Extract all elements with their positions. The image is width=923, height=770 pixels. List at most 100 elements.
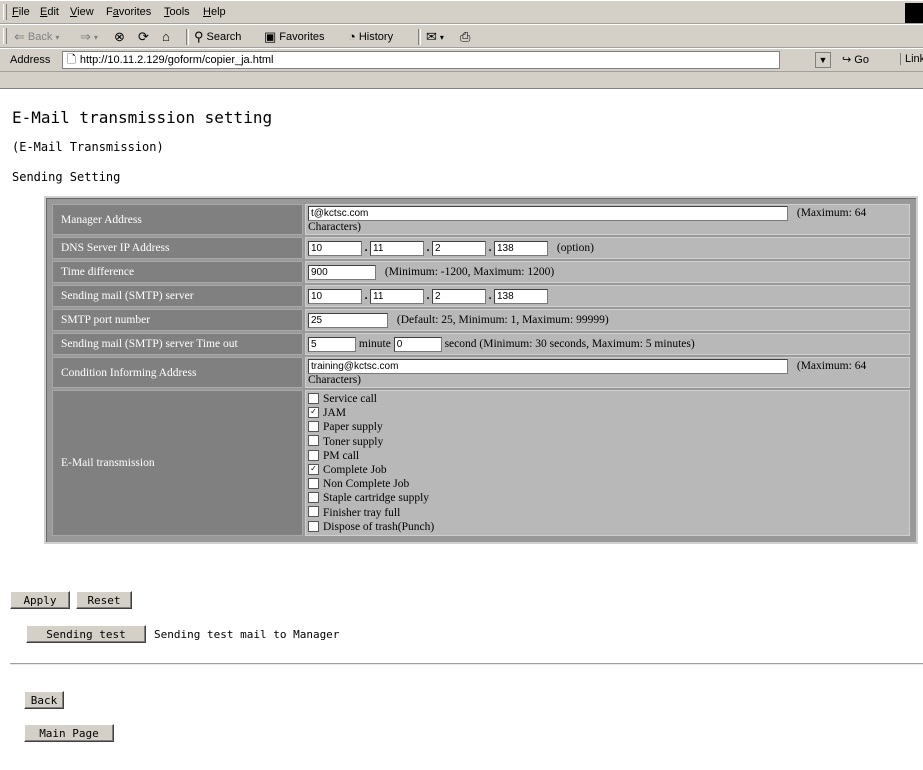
print-button[interactable]: ⎙ [460, 29, 470, 45]
list-item[interactable]: Paper supply [308, 420, 907, 434]
back-nav-button[interactable]: ⇐ Back ▾ [14, 29, 59, 45]
home-icon: ⌂ [162, 29, 170, 44]
email-transmission-options: Service call ✓ JAM Paper supply Toner supply… [305, 390, 910, 537]
reset-button[interactable]: Reset [76, 591, 132, 609]
menu-edit[interactable]: Edit [40, 6, 59, 18]
menu-tools[interactable]: Tools [164, 6, 190, 18]
checkbox[interactable] [308, 520, 319, 532]
go-arrow-icon: ↪ [842, 54, 852, 66]
forward-dropdown-icon: ▾ [93, 32, 98, 42]
browser-chrome: File Edit View Favorites Tools Help ⇐ Bac… [0, 0, 923, 89]
smtp-octet-3-input[interactable]: 2 [432, 288, 486, 304]
smtp-port-cell: 25 (Default: 25, Minimum: 1, Maximum: 99… [305, 309, 910, 331]
printer-icon: ⎙ [460, 29, 471, 44]
checkbox[interactable] [308, 478, 319, 490]
dns-octet-2-input[interactable]: 11 [370, 240, 424, 256]
address-input[interactable]: 🗋 http://10.11.2.129/goform/copier_ja.ht… [62, 51, 780, 69]
dns-octet-4-input[interactable]: 138 [494, 240, 548, 256]
manager-address-input[interactable]: t@kctsc.com [308, 206, 788, 221]
checkbox[interactable] [308, 392, 319, 404]
back-dropdown-icon: ▾ [55, 32, 60, 42]
list-item[interactable]: PM call [308, 449, 907, 463]
list-item[interactable]: Staple cartridge supply [308, 491, 907, 505]
table-row: SMTP port number 25 (Default: 25, Minimu… [52, 309, 910, 331]
checkbox-checked[interactable]: ✓ [308, 463, 319, 475]
checkbox[interactable] [308, 492, 319, 504]
favorites-button[interactable]: ▣ Favorites [264, 29, 325, 45]
sending-test-button[interactable]: Sending test [26, 625, 146, 643]
table-row: Condition Informing Address training@kct… [52, 357, 910, 388]
links-button[interactable]: Link [900, 53, 923, 65]
table-row: Sending mail (SMTP) server 10. 11. 2. 138 [52, 285, 910, 307]
settings-table: Manager Address t@kctsc.com (Maximum: 64… [44, 196, 918, 545]
back-button[interactable]: Back [24, 691, 64, 709]
toolbar-grip [3, 28, 7, 44]
email-transmission-label: E-Mail transmission [52, 390, 303, 537]
smtp-octet-1-input[interactable]: 10 [308, 288, 362, 304]
list-item[interactable]: ✓ Complete Job [308, 463, 907, 477]
dns-octet-1-input[interactable]: 10 [308, 240, 362, 256]
history-button[interactable]: ◔ History [348, 29, 393, 45]
toolbar-separator [418, 29, 421, 45]
list-item[interactable]: ✓ JAM [308, 406, 907, 420]
forward-arrow-icon: ⇒ [80, 29, 91, 44]
manager-address-cell: t@kctsc.com (Maximum: 64 Characters) [305, 204, 910, 235]
page-subtitle: (E-Mail Transmission) [12, 140, 164, 154]
home-button[interactable]: ⌂ [162, 29, 170, 45]
checkbox[interactable] [308, 506, 319, 518]
chrome-spacer [0, 72, 923, 88]
checkbox[interactable] [308, 449, 319, 461]
history-icon: ◔ [348, 29, 356, 44]
horizontal-divider [10, 663, 923, 665]
favorites-folder-icon: ▣ [264, 29, 277, 44]
time-difference-note: (Minimum: -1200, Maximum: 1200) [384, 265, 555, 278]
time-difference-input[interactable]: 900 [308, 264, 376, 280]
smtp-timeout-cell: 5 minute 0 second (Minimum: 30 seconds, … [305, 333, 910, 355]
timeout-minute-input[interactable]: 5 [308, 336, 356, 352]
address-bar: Address 🗋 http://10.11.2.129/goform/copi… [0, 48, 923, 72]
stop-button[interactable]: ⊗ [114, 29, 125, 45]
timeout-second-note: second (Minimum: 30 seconds, Maximum: 5 … [444, 337, 695, 350]
condition-address-note-2: Characters) [308, 374, 361, 386]
timeout-second-input[interactable]: 0 [393, 336, 442, 352]
mail-button[interactable]: ✉ ▾ [426, 29, 444, 45]
page-icon: 🗋 [67, 53, 76, 66]
list-item[interactable]: Toner supply [308, 435, 907, 449]
back-arrow-icon: ⇐ [14, 29, 25, 44]
condition-address-input[interactable]: training@kctsc.com [308, 359, 788, 374]
address-dropdown-icon[interactable]: ▼ [815, 52, 831, 68]
smtp-timeout-label: Sending mail (SMTP) server Time out [52, 333, 303, 355]
menu-file[interactable]: File [12, 6, 30, 18]
stop-icon: ⊗ [114, 29, 125, 44]
smtp-port-input[interactable]: 25 [308, 312, 388, 328]
checkbox-label: Finisher tray full [323, 506, 401, 519]
refresh-button[interactable]: ⟳ [138, 29, 149, 45]
smtp-octet-4-input[interactable]: 138 [494, 288, 548, 304]
list-item[interactable]: Service call [308, 392, 907, 406]
main-page-button[interactable]: Main Page [24, 724, 114, 742]
list-item[interactable]: Dispose of trash(Punch) [308, 520, 907, 534]
apply-button[interactable]: Apply [10, 591, 70, 609]
search-button[interactable]: ⚲ Search [194, 29, 241, 45]
smtp-server-cell: 10. 11. 2. 138 [305, 285, 910, 307]
menu-view[interactable]: View [70, 6, 94, 18]
dns-server-cell: 10. 11. 2. 138 (option) [305, 237, 910, 259]
manager-address-note: (Maximum: 64 [796, 207, 867, 220]
section-heading: Sending Setting [12, 170, 121, 184]
browser-logo-icon [905, 3, 923, 23]
smtp-octet-2-input[interactable]: 11 [370, 288, 424, 304]
forward-nav-button[interactable]: ⇒ ▾ [80, 29, 98, 45]
list-item[interactable]: Non Complete Job [308, 477, 907, 491]
checkbox[interactable] [308, 421, 319, 433]
go-button[interactable]: ↪ Go [842, 53, 869, 66]
menu-favorites[interactable]: Favorites [106, 6, 151, 18]
checkbox-label: Staple cartridge supply [323, 492, 430, 505]
checkbox[interactable] [308, 435, 319, 447]
dns-octet-3-input[interactable]: 2 [432, 240, 486, 256]
list-item[interactable]: Finisher tray full [308, 506, 907, 520]
mail-dropdown-icon: ▾ [439, 32, 444, 42]
manager-address-label: Manager Address [52, 204, 303, 235]
menu-help[interactable]: Help [203, 6, 226, 18]
toolbar: ⇐ Back ▾ ⇒ ▾ ⊗ ⟳ ⌂ ⚲ Search ▣ Favorites ◔ Hist… [0, 24, 923, 48]
checkbox-checked[interactable]: ✓ [308, 407, 319, 419]
